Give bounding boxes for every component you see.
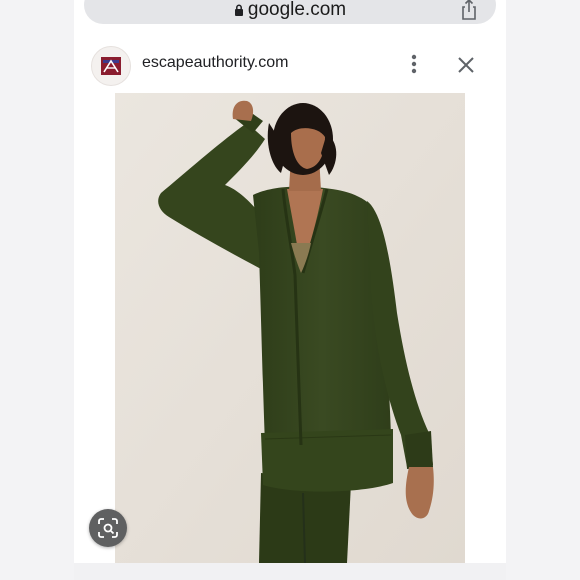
outer-background-left <box>0 0 74 580</box>
close-icon[interactable] <box>455 54 477 76</box>
phone-screen: google.com escapeauthority.com <box>74 0 506 580</box>
share-icon[interactable] <box>458 0 480 20</box>
site-favicon[interactable] <box>91 46 131 86</box>
site-header: escapeauthority.com <box>74 38 506 90</box>
google-lens-button[interactable] <box>89 509 127 547</box>
image-viewer <box>74 93 506 563</box>
url-text: google.com <box>247 0 347 20</box>
bottom-strip <box>74 563 506 580</box>
site-name[interactable]: escapeauthority.com <box>142 53 288 73</box>
url-display[interactable]: google.com <box>84 0 496 22</box>
product-photo[interactable] <box>115 93 465 563</box>
google-lens-icon <box>98 518 118 538</box>
escape-authority-logo-icon <box>101 57 121 75</box>
outer-background-right <box>506 0 580 580</box>
more-vert-icon[interactable] <box>408 52 420 76</box>
url-bar[interactable]: google.com <box>84 0 496 24</box>
lock-icon <box>234 4 243 16</box>
